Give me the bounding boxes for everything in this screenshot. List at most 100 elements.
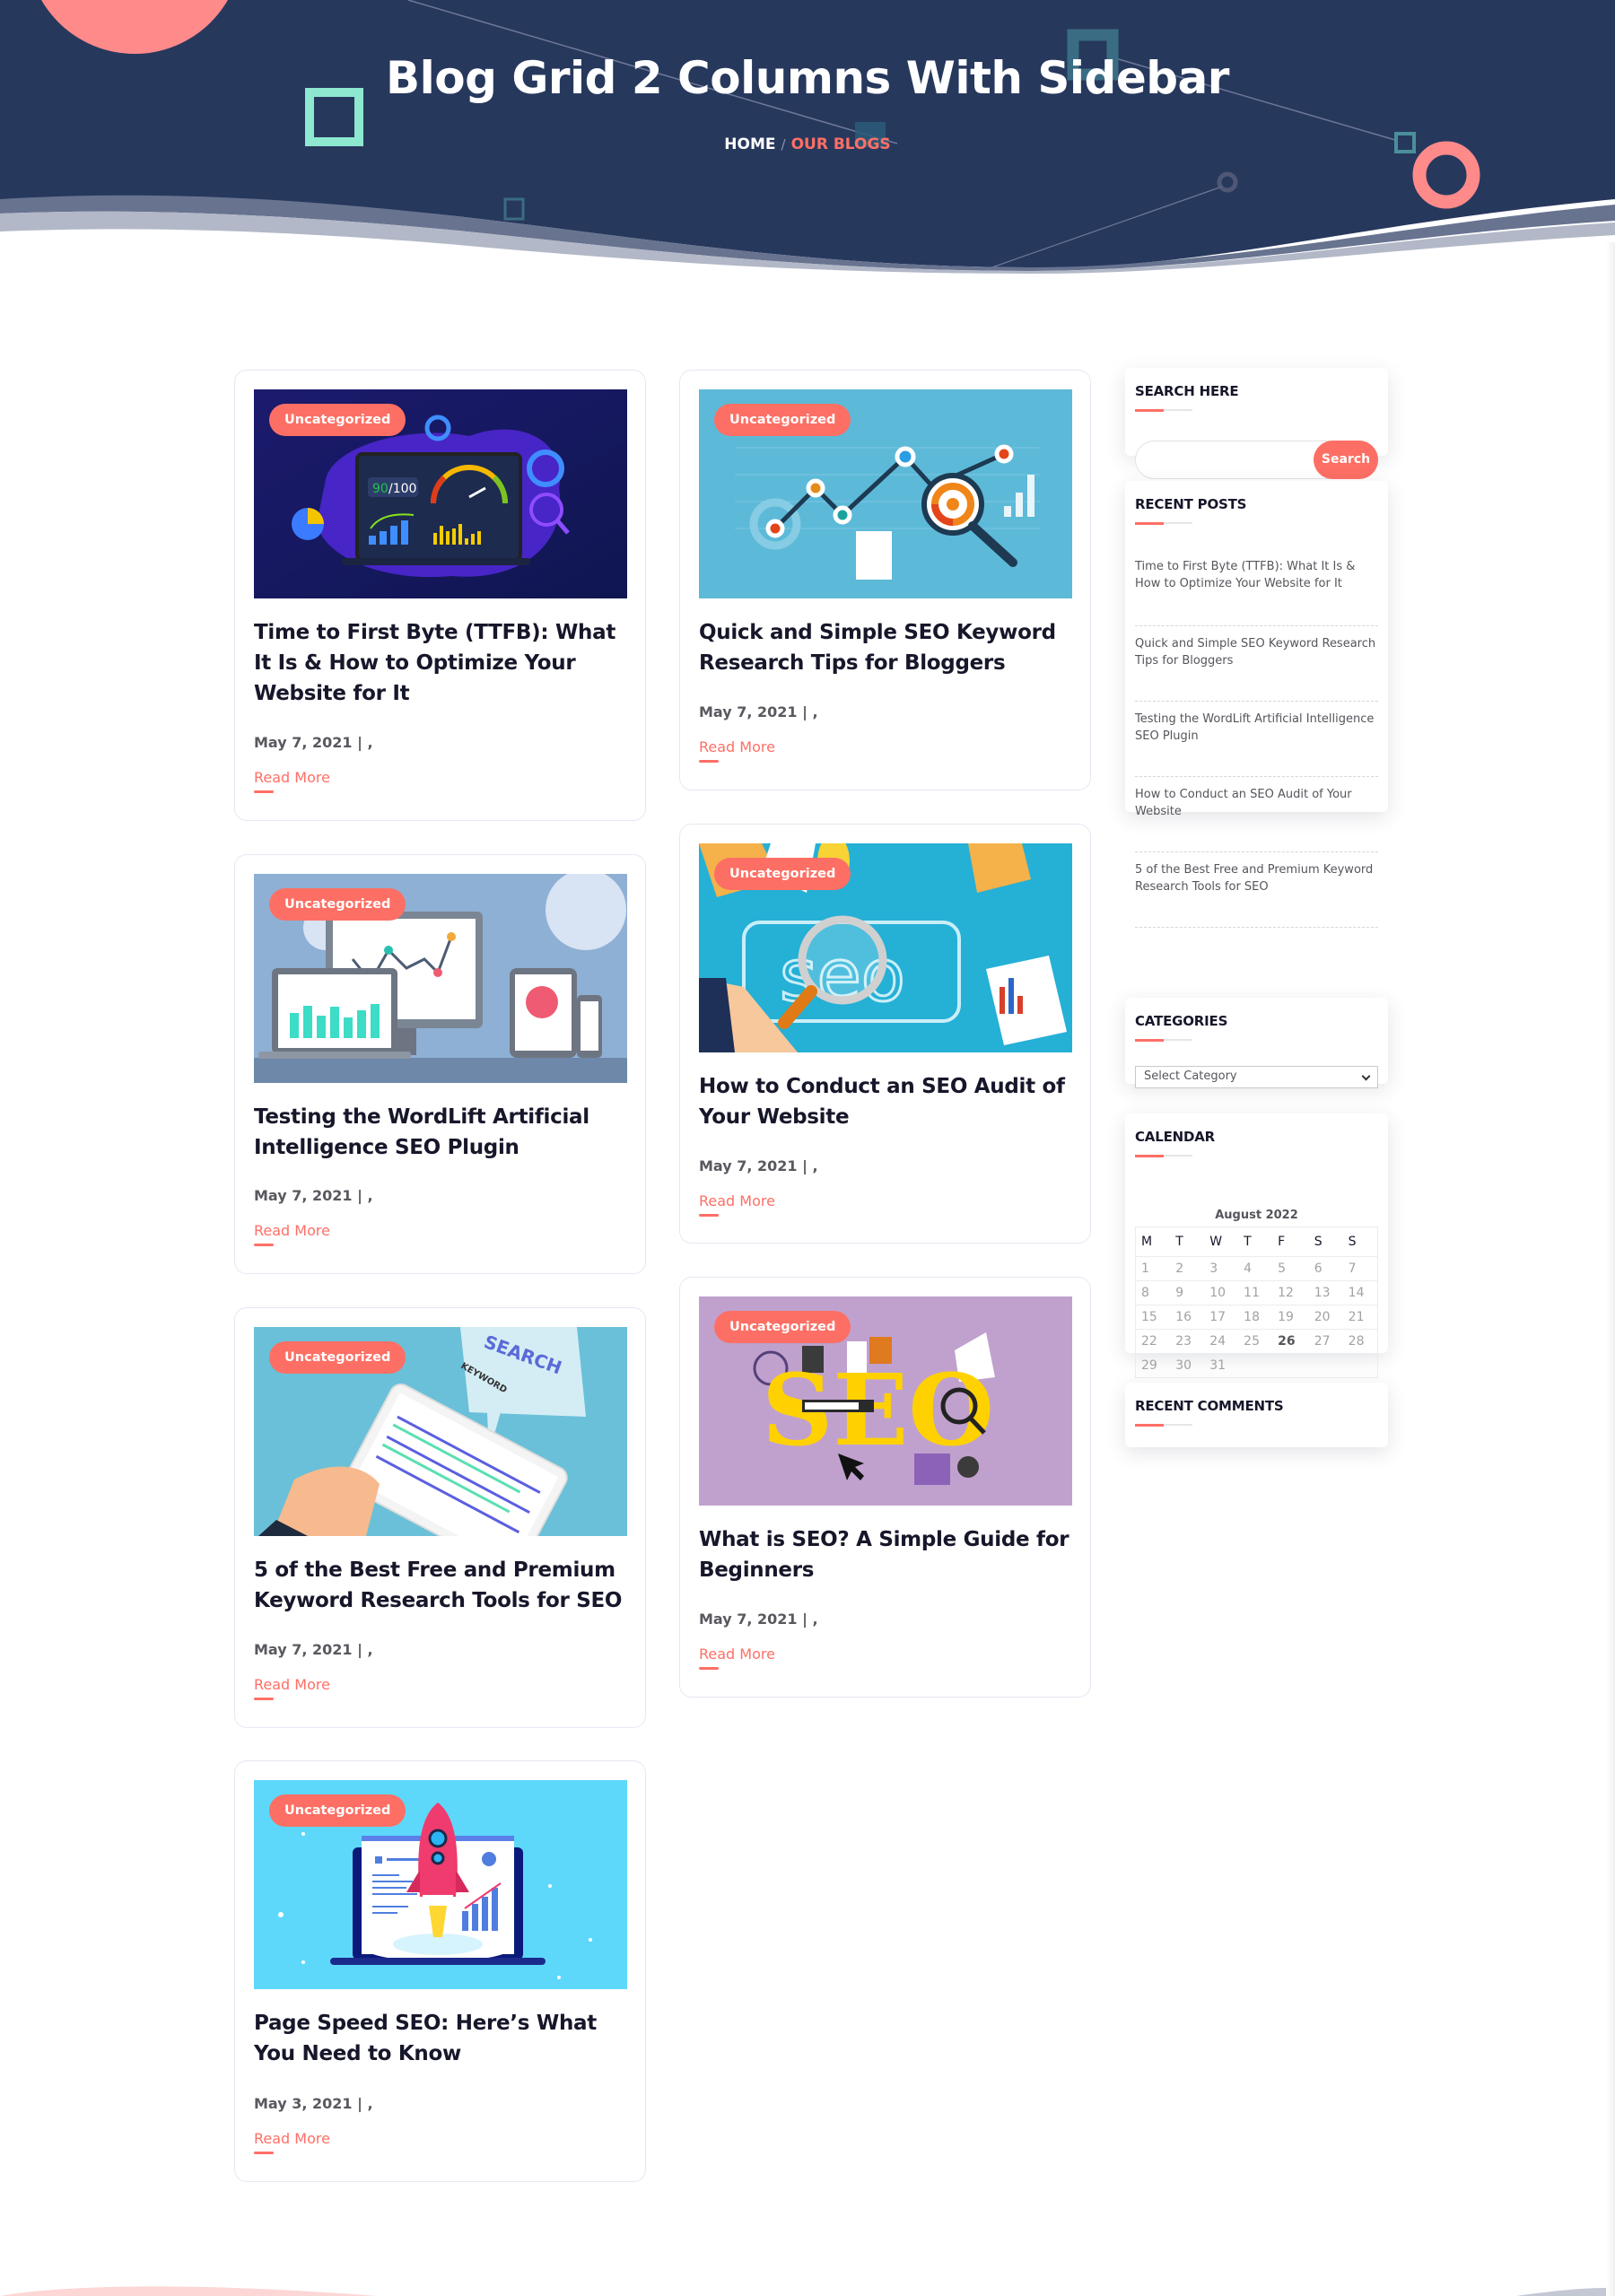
post-thumbnail[interactable]: SEO Uncategorized	[699, 1296, 1072, 1506]
post-title[interactable]: 5 of the Best Free and Premium Keyword R…	[254, 1555, 631, 1616]
page-title: Blog Grid 2 Columns With Sidebar	[386, 52, 1229, 104]
calendar-body: 1 2 3 4 5 6 7 8 9 10 11 12 13 14 15 16 17 18 19 20 21 22 23 24 2…	[1135, 1256, 1378, 1378]
calendar-month-caption: August 2022	[1215, 1209, 1298, 1222]
calendar-day: 9	[1170, 1280, 1205, 1305]
read-more-link[interactable]: Read More	[254, 1676, 330, 1700]
calendar-day: 21	[1342, 1305, 1378, 1330]
calendar-day: 2	[1170, 1256, 1205, 1281]
widget-title-underline	[1135, 521, 1192, 525]
read-more-link[interactable]: Read More	[254, 769, 330, 793]
calendar-day: 6	[1308, 1256, 1343, 1281]
calendar-day: 15	[1135, 1305, 1171, 1330]
widget-title: RECENT COMMENTS	[1135, 1398, 1284, 1414]
post-thumbnail[interactable]: Uncategorized	[254, 874, 627, 1083]
widget-title-underline	[1135, 1154, 1192, 1157]
calendar-day: 25	[1238, 1329, 1273, 1354]
calendar-day: 12	[1272, 1280, 1309, 1305]
post-thumbnail[interactable]: Uncategorized	[254, 1780, 627, 1989]
post-card: Uncategorized Quick and Simple SEO Keywo…	[679, 370, 1091, 790]
calendar-empty-cell	[1342, 1353, 1378, 1378]
calendar-day: 10	[1204, 1280, 1239, 1305]
recent-post-link[interactable]: 5 of the Best Free and Premium Keyword R…	[1135, 852, 1378, 928]
categories-widget: CATEGORIES Select Category	[1125, 998, 1388, 1088]
calendar-day: 24	[1204, 1329, 1239, 1354]
category-badge[interactable]: Uncategorized	[714, 1311, 851, 1343]
widget-title: SEARCH HERE	[1135, 383, 1239, 399]
calendar-empty-cell	[1238, 1353, 1273, 1378]
recent-post-link[interactable]: Time to First Byte (TTFB): What It Is & …	[1135, 551, 1378, 626]
calendar-day: 7	[1342, 1256, 1378, 1281]
breadcrumb-separator: /	[781, 136, 786, 153]
read-more-link[interactable]: Read More	[699, 1646, 775, 1670]
post-title[interactable]: What is SEO? A Simple Guide for Beginner…	[699, 1524, 1076, 1585]
calendar-day: 5	[1272, 1256, 1309, 1281]
calendar-day: 30	[1170, 1353, 1205, 1378]
post-card: SEO Uncategorized What is SEO? A Simple …	[679, 1277, 1091, 1698]
weekday-label: S	[1342, 1227, 1378, 1257]
calendar-weekday-row: M T W T F S S	[1135, 1227, 1378, 1257]
category-badge[interactable]: Uncategorized	[269, 404, 406, 436]
calendar-week-row: 29 30 31	[1135, 1353, 1378, 1378]
calendar-day: 28	[1342, 1329, 1378, 1354]
post-thumbnail[interactable]: Uncategorized	[699, 389, 1072, 598]
image-seo-text: SEO	[762, 1352, 994, 1468]
weekday-label: T	[1238, 1227, 1273, 1257]
calendar-table: M T W T F S S 1 2 3 4 5 6 7 8 9 10 11 12 13 14 15 16 17 1…	[1135, 1227, 1378, 1378]
category-badge[interactable]: Uncategorized	[714, 858, 851, 890]
read-more-link[interactable]: Read More	[254, 2130, 330, 2154]
category-badge[interactable]: Uncategorized	[269, 888, 406, 921]
read-more-link[interactable]: Read More	[699, 738, 775, 763]
chevron-down-icon	[1361, 1071, 1371, 1081]
page-scroll-shade	[1606, 242, 1615, 2296]
breadcrumb-home-link[interactable]: HOME	[724, 135, 775, 153]
post-title[interactable]: Page Speed SEO: Here’s What You Need to …	[254, 2008, 631, 2069]
weekday-label: W	[1204, 1227, 1239, 1257]
calendar-week-row: 15 16 17 18 19 20 21	[1135, 1305, 1378, 1330]
weekday-label: S	[1308, 1227, 1343, 1257]
recent-post-link[interactable]: Testing the WordLift Artificial Intellig…	[1135, 702, 1378, 777]
post-title[interactable]: How to Conduct an SEO Audit of Your Webs…	[699, 1071, 1076, 1132]
calendar-day: 20	[1308, 1305, 1343, 1330]
calendar-week-row: 1234567	[1135, 1256, 1378, 1281]
calendar-day: 22	[1135, 1329, 1171, 1354]
calendar-week-row: 22 23 24 25 26 27 28	[1135, 1329, 1378, 1354]
recent-post-link[interactable]: How to Conduct an SEO Audit of Your Webs…	[1135, 777, 1378, 852]
page-hero: Blog Grid 2 Columns With Sidebar HOME / OU…	[0, 0, 1615, 278]
calendar-day: 13	[1308, 1280, 1343, 1305]
post-date: May 7, 2021 | ,	[699, 1611, 818, 1628]
calendar-day: 23	[1170, 1329, 1205, 1354]
calendar-day: 19	[1272, 1305, 1309, 1330]
post-thumbnail[interactable]: 90 /100 Uncategorized	[254, 389, 627, 598]
widget-title-underline	[1135, 1038, 1192, 1042]
read-more-link[interactable]: Read More	[254, 1222, 330, 1246]
category-badge[interactable]: Uncategorized	[269, 1341, 406, 1374]
post-title[interactable]: Quick and Simple SEO Keyword Research Ti…	[699, 617, 1076, 678]
post-title[interactable]: Time to First Byte (TTFB): What It Is & …	[254, 617, 631, 709]
recent-posts-widget: RECENT POSTS Time to First Byte (TTFB): …	[1125, 481, 1388, 928]
search-form: Search	[1135, 440, 1378, 479]
category-select[interactable]: Select Category	[1135, 1066, 1378, 1088]
post-card: SEARCH KEYWORD Uncategorized 5 of the Be…	[234, 1307, 646, 1728]
category-badge[interactable]: Uncategorized	[269, 1794, 406, 1827]
calendar-week-row: 8 9 10 11 12 13 14	[1135, 1280, 1378, 1305]
post-title[interactable]: Testing the WordLift Artificial Intellig…	[254, 1102, 631, 1163]
search-widget: SEARCH HERE Search	[1125, 368, 1388, 479]
search-button[interactable]: Search	[1314, 440, 1378, 479]
calendar-empty-cell	[1308, 1353, 1343, 1378]
post-thumbnail[interactable]: seo Uncategorized	[699, 843, 1072, 1052]
calendar-day: 29	[1135, 1353, 1171, 1378]
widget-title-underline	[1135, 1423, 1192, 1427]
read-more-link[interactable]: Read More	[699, 1192, 775, 1217]
search-input[interactable]	[1147, 449, 1308, 472]
weekday-label: T	[1170, 1227, 1205, 1257]
svg-text:/100: /100	[388, 482, 416, 496]
post-card: 90 /100 Uncategorized Time to First Byte…	[234, 370, 646, 821]
calendar-day: 27	[1308, 1329, 1343, 1354]
calendar-day: 3	[1204, 1256, 1239, 1281]
post-date: May 3, 2021 | ,	[254, 2095, 373, 2112]
post-card: seo Uncategorized How to Conduct an SEO …	[679, 824, 1091, 1244]
category-badge[interactable]: Uncategorized	[714, 404, 851, 436]
breadcrumb: HOME / OUR BLOGS	[0, 135, 1615, 153]
post-thumbnail[interactable]: SEARCH KEYWORD Uncategorized	[254, 1327, 627, 1536]
recent-post-link[interactable]: Quick and Simple SEO Keyword Research Ti…	[1135, 626, 1378, 702]
